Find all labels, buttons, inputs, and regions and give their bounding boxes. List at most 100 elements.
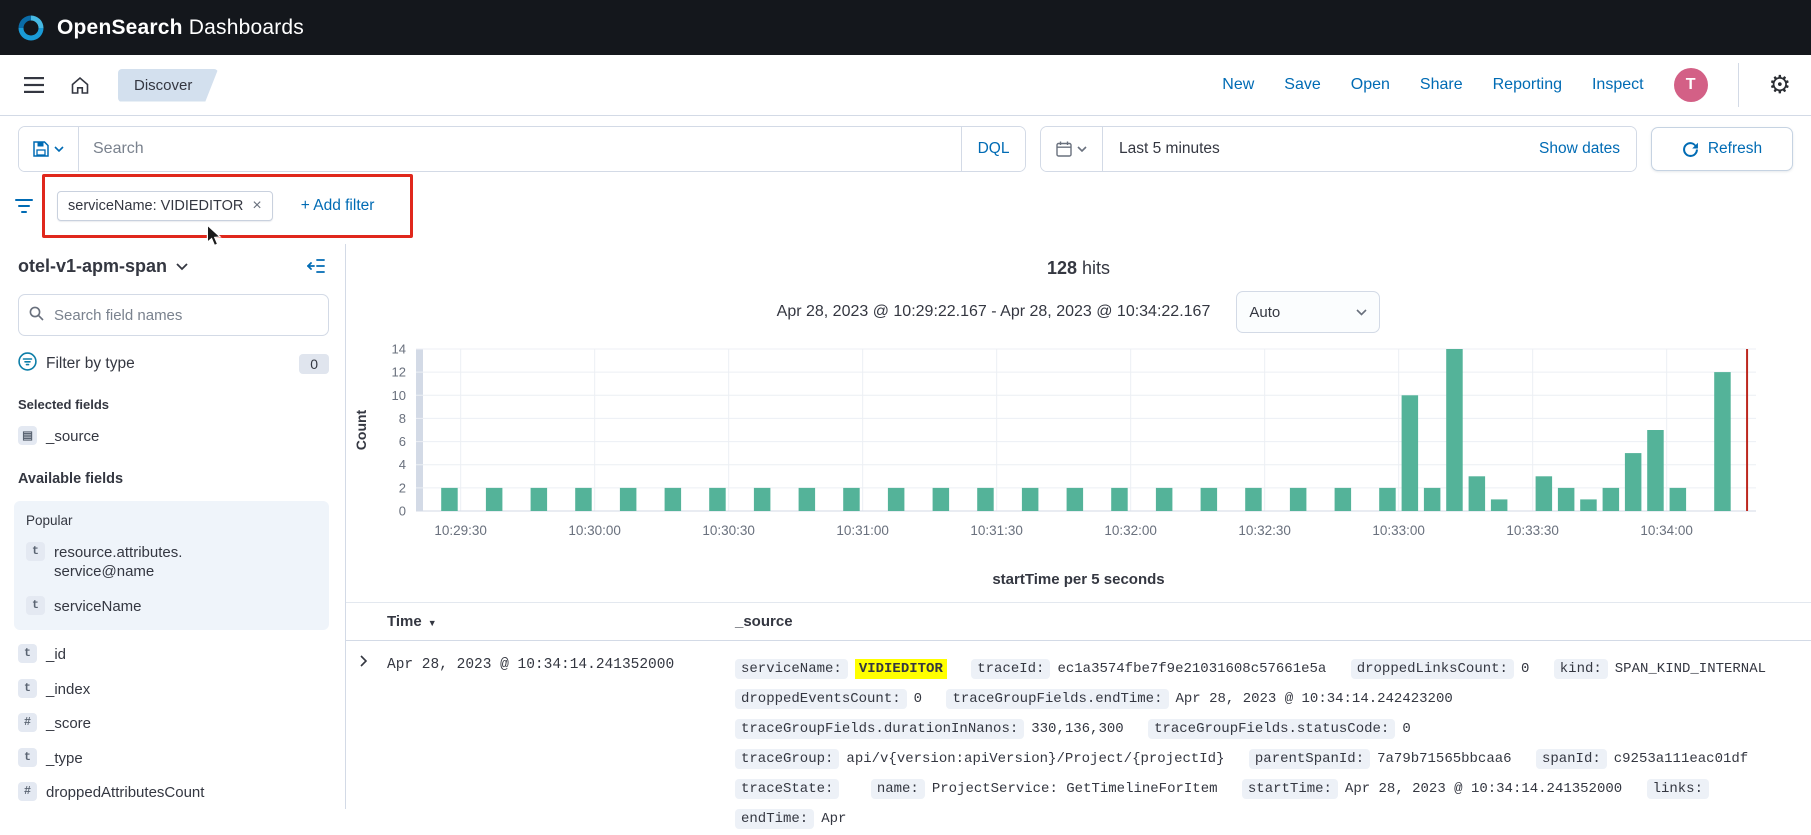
nav-link-share[interactable]: Share: [1420, 76, 1463, 94]
source-field: spanId:c9253a111eac01df: [1536, 744, 1748, 774]
svg-text:12: 12: [392, 365, 406, 380]
svg-text:10:30:30: 10:30:30: [702, 523, 755, 538]
selected-fields-list: ▤ _source: [18, 426, 329, 447]
source-field-key: traceGroup:: [735, 749, 839, 769]
available-fields-heading: Available fields: [18, 471, 329, 487]
source-field-key: traceGroupFields.statusCode:: [1148, 719, 1395, 739]
field-item-_type[interactable]: t _type: [18, 748, 329, 769]
field-item-_index[interactable]: t_index: [18, 679, 329, 700]
source-field-value: ec1a3574fbe7f9e21031608c57661e5a: [1057, 661, 1326, 677]
source-field-key: traceId:: [971, 659, 1050, 679]
avatar[interactable]: T: [1674, 68, 1708, 102]
svg-text:10:29:30: 10:29:30: [434, 523, 487, 538]
field-type-icon: t: [18, 748, 37, 767]
source-field-key: spanId:: [1536, 749, 1607, 769]
calendar-icon[interactable]: [1041, 127, 1103, 171]
svg-text:8: 8: [399, 411, 406, 426]
refresh-button[interactable]: Refresh: [1651, 127, 1793, 171]
expand-row-icon[interactable]: [346, 654, 387, 671]
field-name: _type: [46, 748, 83, 769]
field-item-droppedAttributesCount[interactable]: #droppedAttributesCount: [18, 782, 329, 803]
breadcrumb[interactable]: Discover: [118, 69, 218, 102]
svg-text:10: 10: [392, 388, 406, 403]
svg-text:10:32:30: 10:32:30: [1238, 523, 1291, 538]
selected-fields-heading: Selected fields: [18, 397, 329, 412]
home-icon[interactable]: [64, 69, 96, 101]
field-type-icon: #: [18, 782, 37, 801]
interval-select[interactable]: Auto: [1236, 291, 1380, 333]
source-field: kind:SPAN_KIND_INTERNAL: [1554, 654, 1766, 684]
chevron-down-icon[interactable]: [176, 258, 188, 275]
source-field-value: 0: [1402, 721, 1410, 737]
field-type-icon: ▤: [18, 426, 37, 445]
time-range-value[interactable]: Last 5 minutes: [1103, 127, 1523, 171]
source-column-header: _source: [735, 613, 793, 630]
show-dates-button[interactable]: Show dates: [1523, 127, 1636, 171]
date-picker-group: Last 5 minutes Show dates: [1040, 126, 1637, 172]
source-field-key: parentSpanId:: [1249, 749, 1370, 769]
source-field-key: endTime:: [735, 809, 814, 829]
field-name: _source: [46, 426, 99, 447]
field-item-serviceName[interactable]: t serviceName: [26, 596, 317, 617]
field-name: _id: [46, 644, 66, 665]
source-field-key: droppedLinksCount:: [1351, 659, 1514, 679]
filter-count-badge: 0: [299, 354, 329, 374]
filter-pill[interactable]: serviceName: VIDIEDITOR ×: [57, 191, 273, 221]
source-field-value: Apr 28, 2023 @ 10:34:14.241352000: [1345, 781, 1622, 797]
query-language-button[interactable]: DQL: [961, 127, 1025, 171]
field-search-input[interactable]: [52, 306, 318, 325]
field-item-_id[interactable]: t_id: [18, 644, 329, 665]
remove-filter-icon[interactable]: ×: [252, 198, 261, 214]
collapse-sidebar-icon[interactable]: [303, 254, 329, 278]
filter-by-type[interactable]: Filter by type 0: [18, 352, 329, 375]
field-type-icon: t: [26, 542, 45, 561]
hits-count: 128 hits: [346, 258, 1811, 279]
settings-icon[interactable]: ⚙: [1769, 73, 1791, 98]
nav-link-inspect[interactable]: Inspect: [1592, 76, 1644, 94]
chart-date-range: Apr 28, 2023 @ 10:29:22.167 - Apr 28, 20…: [777, 303, 1211, 321]
field-item-_score[interactable]: #_score: [18, 713, 329, 734]
svg-text:10:32:00: 10:32:00: [1104, 523, 1157, 538]
time-column-header[interactable]: Time▼: [387, 613, 735, 630]
add-filter-button[interactable]: + Add filter: [295, 196, 381, 216]
svg-text:10:33:00: 10:33:00: [1372, 523, 1425, 538]
saved-query-button[interactable]: [19, 127, 79, 171]
source-field-key: droppedEventsCount:: [735, 689, 907, 709]
source-field: links:: [1647, 774, 1716, 804]
source-field-value: Apr: [821, 811, 846, 827]
source-field: parentSpanId:7a79b71565bbcaa6: [1249, 744, 1512, 774]
field-item-resource.attributes.service@name[interactable]: tresource.attributes.service@name: [26, 542, 317, 582]
source-field-key: traceGroupFields.endTime:: [946, 689, 1168, 709]
chart-xaxis-title: startTime per 5 seconds: [346, 571, 1811, 588]
search-input[interactable]: [79, 127, 961, 171]
nav-link-reporting[interactable]: Reporting: [1493, 76, 1562, 94]
svg-text:10:31:30: 10:31:30: [970, 523, 1023, 538]
source-field: traceGroup: api/v{version:apiVersion}/Pro…: [735, 744, 1224, 774]
svg-text:14: 14: [392, 342, 406, 357]
source-field: startTime:Apr 28, 2023 @ 10:34:14.241352…: [1242, 774, 1622, 804]
nav-link-save[interactable]: Save: [1284, 76, 1320, 94]
sort-descending-icon[interactable]: ▼: [428, 618, 437, 628]
source-field-value: api/v{version:apiVersion}/Project/{proje…: [846, 751, 1224, 767]
source-field: name:ProjectService: GetTimelineForItem: [871, 774, 1218, 804]
histogram-chart[interactable]: 0246810121410:29:3010:30:0010:30:3010:31…: [350, 341, 1770, 567]
field-type-icon: t: [26, 596, 45, 615]
filter-by-type-label: Filter by type: [46, 355, 135, 373]
app-header: OpenSearch Dashboards: [0, 0, 1811, 55]
nav-link-open[interactable]: Open: [1351, 76, 1390, 94]
filter-icon[interactable]: [14, 198, 34, 218]
nav-link-new[interactable]: New: [1222, 76, 1254, 94]
nav-divider: [1738, 63, 1739, 107]
source-field: traceId: ec1a3574fbe7f9e21031608c57661e5a: [971, 654, 1326, 684]
opensearch-logo-icon: [16, 13, 46, 43]
field-type-icon: #: [18, 713, 37, 732]
index-pattern-title[interactable]: otel-v1-apm-span: [18, 256, 167, 277]
source-field-value: 330,136,300: [1031, 721, 1123, 737]
source-field-value: Apr 28, 2023 @ 10:34:14.242423200: [1176, 691, 1453, 707]
source-field: traceGroupFields.durationInNanos:330,136…: [735, 714, 1124, 744]
field-name: serviceName: [54, 596, 142, 617]
row-source: serviceName:VIDIEDITOR traceId:ec1a3574f…: [735, 654, 1811, 835]
source-field: endTime: Apr: [735, 804, 846, 834]
field-item-_source[interactable]: ▤ _source: [18, 426, 329, 447]
menu-icon[interactable]: [18, 71, 50, 99]
